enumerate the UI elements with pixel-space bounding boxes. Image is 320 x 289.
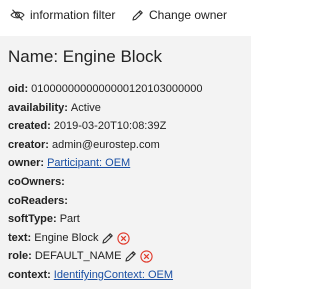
property-value: Part (59, 213, 80, 226)
property-key: coOwners: (8, 175, 65, 188)
context-link[interactable]: IdentifyingContext: OEM (54, 266, 173, 285)
property-context: context: IdentifyingContext: OEM (8, 266, 248, 285)
property-value: DEFAULT_NAME (34, 250, 122, 263)
property-text: text: Engine Block (8, 229, 248, 248)
eye-off-icon (10, 9, 30, 21)
property-value: Active (70, 101, 101, 114)
property-availability: availability: Active (8, 99, 248, 118)
property-role: role: DEFAULT_NAME (8, 247, 248, 266)
property-key: availability: (8, 101, 68, 114)
change-owner-label: Change owner (149, 8, 228, 22)
property-owner: owner: Participant: OEM (8, 154, 248, 173)
property-key: created: (8, 120, 51, 133)
property-key: role: (8, 250, 32, 263)
delete-text-icon[interactable] (117, 231, 131, 245)
property-key: context: (8, 268, 51, 281)
property-key: softType: (8, 213, 57, 226)
owner-link[interactable]: Participant: OEM (47, 154, 130, 173)
property-list: oid: 0100000000000000120103000000 availa… (8, 80, 248, 285)
property-value: Engine Block (34, 231, 99, 244)
property-created: created: 2019-03-20T10:08:39Z (8, 117, 248, 136)
information-filter-label: information filter (30, 8, 116, 22)
pencil-icon (131, 9, 149, 22)
edit-role-pencil-icon[interactable] (124, 250, 137, 263)
page-title: Name: Engine Block (8, 47, 163, 66)
property-coowners: coOwners: (8, 173, 248, 192)
property-value: 2019-03-20T10:08:39Z (53, 120, 167, 133)
edit-text-pencil-icon[interactable] (101, 232, 114, 245)
property-value: 0100000000000000120103000000 (31, 83, 203, 95)
property-key: oid: (8, 83, 29, 95)
property-value: admin@eurostep.com (51, 138, 160, 151)
property-key: creator: (8, 138, 49, 151)
change-owner-button[interactable]: Change owner (131, 6, 227, 24)
property-creator: creator: admin@eurostep.com (8, 136, 248, 155)
toolbar: information filter Change owner (0, 0, 251, 28)
delete-role-icon[interactable] (140, 250, 154, 263)
property-oid: oid: 0100000000000000120103000000 (8, 80, 248, 99)
property-key: coReaders: (8, 194, 68, 207)
details-panel: Name: Engine Block oid: 0100000000000000… (0, 36, 251, 289)
property-key: text: (8, 231, 32, 244)
property-coreaders: coReaders: (8, 192, 248, 211)
property-softtype: softType: Part (8, 210, 248, 229)
property-key: owner: (8, 157, 45, 170)
information-filter-button[interactable]: information filter (10, 6, 115, 24)
